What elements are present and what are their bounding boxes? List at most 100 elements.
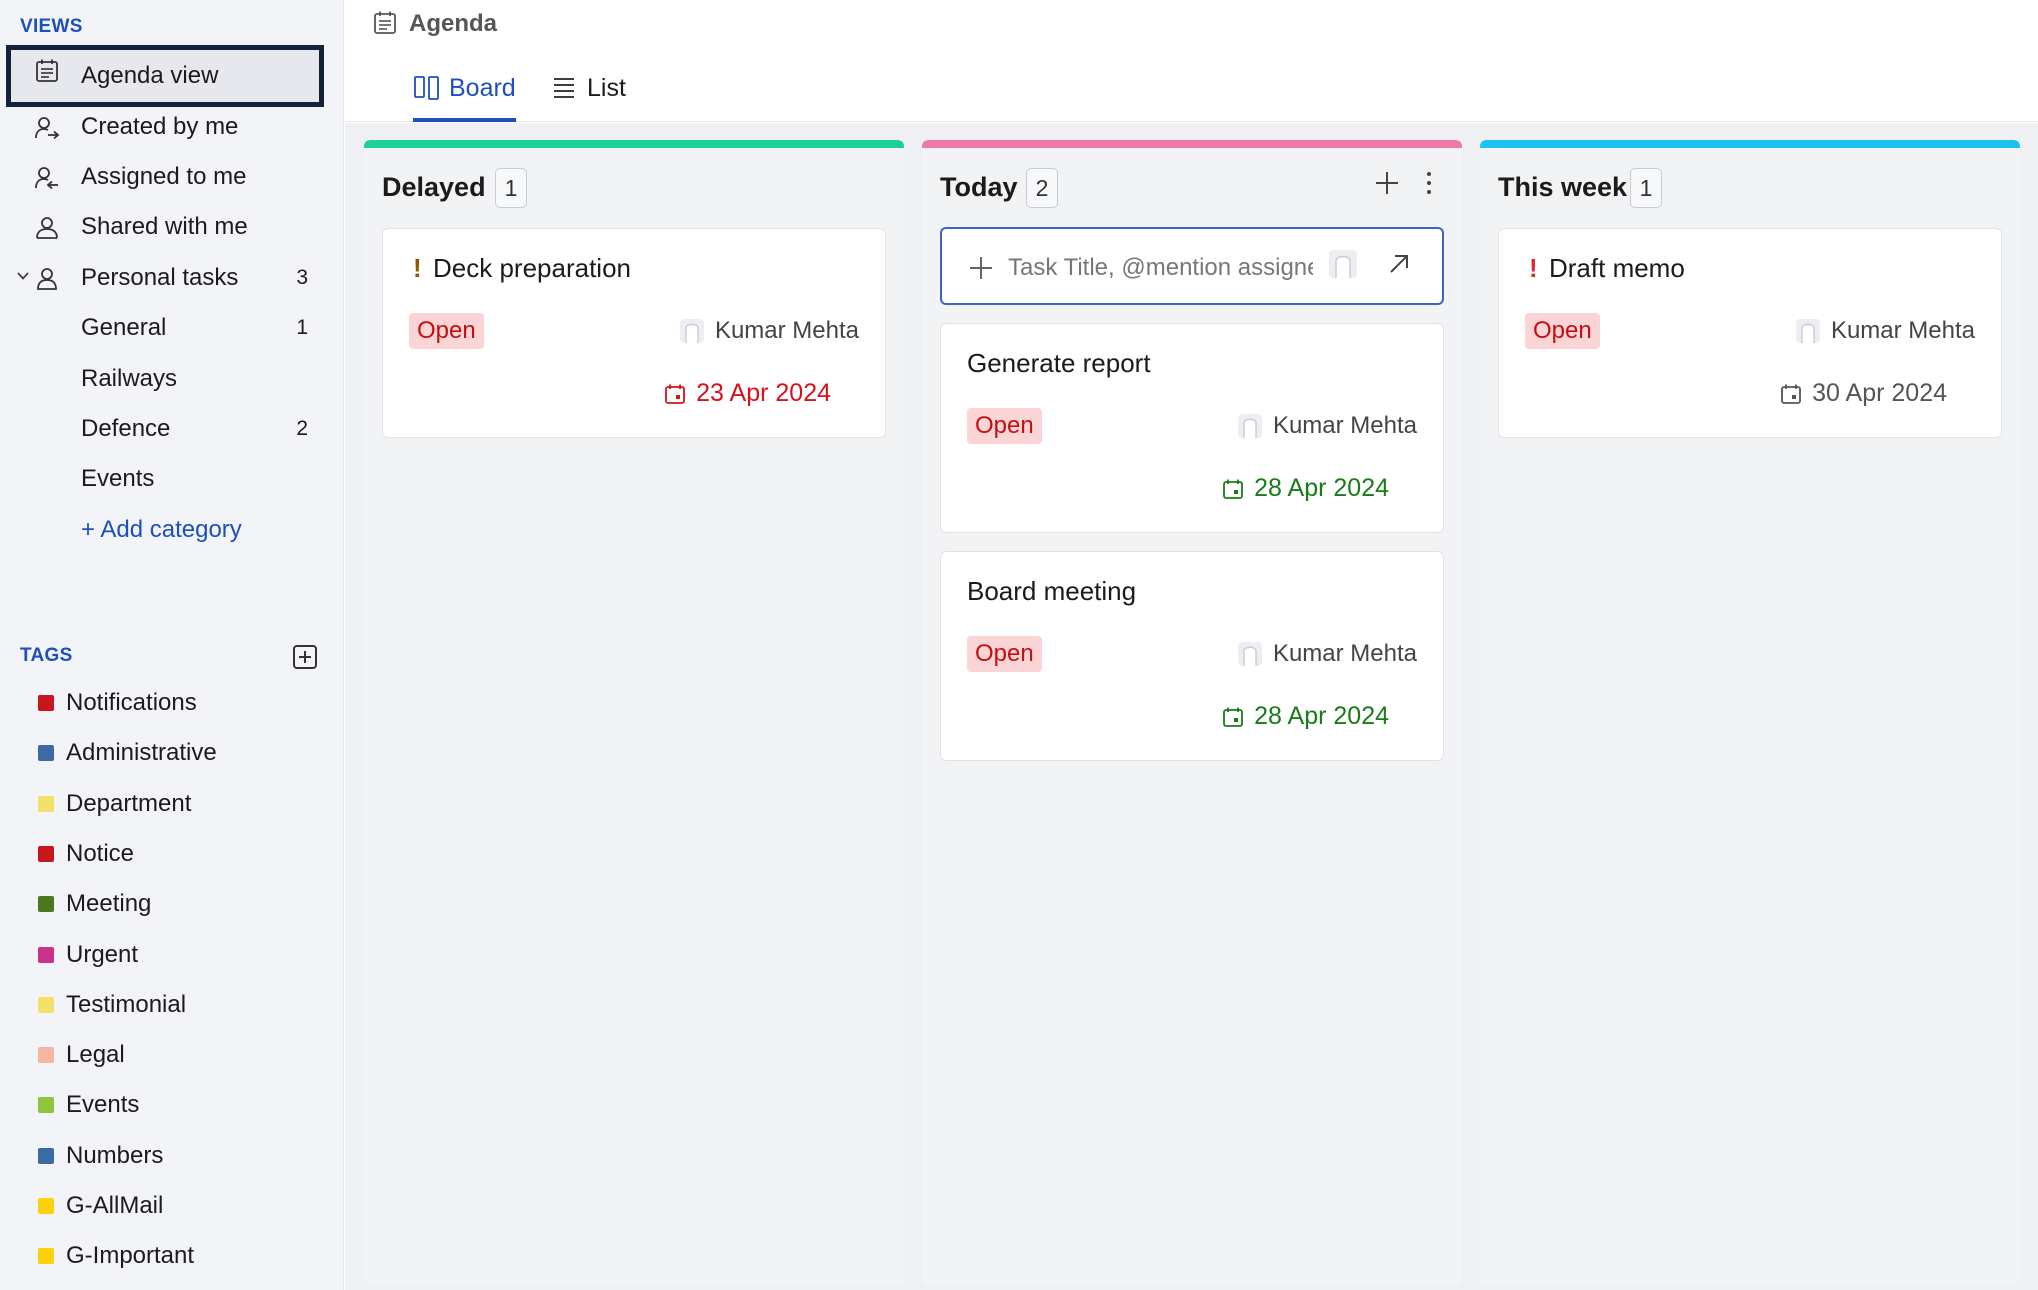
due-date[interactable]: 28 Apr 2024 (1222, 702, 1389, 731)
tag-item[interactable]: Events (38, 1090, 139, 1120)
status-badge[interactable]: Open (967, 636, 1042, 672)
tag-label: Urgent (66, 940, 139, 968)
add-task-icon[interactable] (1374, 170, 1400, 196)
category-count: 2 (296, 417, 308, 440)
tags-section-title: TAGS (20, 645, 73, 666)
sidebar-item-category-events[interactable]: Events (6, 454, 324, 504)
user-arrow-in-icon (35, 167, 58, 190)
assignee[interactable]: Kumar Mehta (1237, 640, 1417, 668)
status-badge[interactable]: Open (967, 408, 1042, 444)
page-header: Agenda Board List (345, 0, 2038, 122)
task-title[interactable]: Generate report (967, 348, 1151, 379)
plus-icon (970, 257, 992, 279)
category-label: Railways (81, 365, 178, 392)
category-label: General (81, 314, 167, 341)
tag-label: Testimonial (66, 990, 187, 1018)
tag-label: Numbers (66, 1141, 164, 1169)
assignee-avatar-icon (1237, 414, 1262, 438)
task-title[interactable]: Deck preparation (433, 253, 631, 284)
user-shared-icon (36, 217, 58, 239)
calendar-icon (665, 384, 686, 404)
more-options-icon[interactable] (1426, 172, 1432, 196)
tag-item[interactable]: G-AllMail (38, 1191, 163, 1221)
category-label: Events (81, 465, 155, 492)
tag-item[interactable]: Testimonial (38, 990, 186, 1020)
sidebar-item-assigned-to-me[interactable]: Assigned to me (6, 152, 324, 202)
due-date-text: 30 Apr 2024 (1812, 379, 1947, 407)
sidebar-item-personal-tasks[interactable]: Personal tasks 3 (6, 253, 324, 303)
assignee-name: Kumar Mehta (1830, 317, 1975, 344)
column-this-week: This week 1 ! Draft memo Open Kumar Mehta 30… (1480, 140, 2020, 1285)
assignee-avatar-icon (1795, 319, 1820, 343)
task-card[interactable]: ! Draft memo Open Kumar Mehta 30 Apr 2024 (1498, 228, 2002, 438)
task-title[interactable]: Board meeting (967, 576, 1136, 607)
tag-color-swatch (38, 1097, 54, 1114)
tab-label: List (587, 74, 626, 102)
task-title[interactable]: Draft memo (1549, 253, 1685, 284)
list-icon (554, 78, 574, 98)
column-count-badge: 1 (495, 168, 527, 208)
task-card[interactable]: Board meeting Open Kumar Mehta 28 Apr 2024 (940, 551, 1444, 761)
add-tag-icon[interactable] (293, 645, 317, 669)
calendar-icon (1223, 707, 1244, 727)
task-card[interactable]: ! Deck preparation Open Kumar Mehta 23 Apr 2… (382, 228, 886, 438)
tag-color-swatch (38, 695, 54, 711)
category-label: Defence (81, 415, 171, 442)
status-badge[interactable]: Open (1525, 313, 1600, 349)
user-arrow-out-icon (35, 117, 60, 140)
tag-item[interactable]: Department (38, 789, 191, 819)
sidebar-item-label: Shared with me (81, 213, 248, 240)
tag-item[interactable]: Urgent (38, 940, 138, 970)
due-date[interactable]: 28 Apr 2024 (1222, 474, 1389, 503)
due-date[interactable]: 30 Apr 2024 (1780, 379, 1947, 408)
sidebar-item-count: 3 (296, 266, 308, 289)
assignee-name: Kumar Mehta (1272, 640, 1417, 667)
tab-list[interactable]: List (551, 74, 626, 122)
tag-color-swatch (38, 845, 54, 862)
sidebar-item-category-general[interactable]: General 1 (6, 303, 324, 353)
quick-add-task (940, 227, 1444, 305)
sidebar-item-agenda-view[interactable]: Agenda view (6, 45, 324, 107)
column-accent-bar (1480, 140, 2020, 148)
column-count-badge: 1 (1630, 168, 1662, 208)
expand-arrow-icon[interactable] (1386, 251, 1412, 277)
status-badge[interactable]: Open (409, 313, 484, 349)
tag-item[interactable]: Meeting (38, 889, 151, 919)
column-today: Today 2 Generate report Open Kumar Mehta 28… (922, 140, 1462, 1285)
priority-indicator: ! (413, 253, 422, 283)
tag-item[interactable]: Legal (38, 1040, 125, 1070)
due-date[interactable]: 23 Apr 2024 (664, 379, 831, 408)
tag-label: Legal (66, 1041, 125, 1069)
tag-item[interactable]: Numbers (38, 1141, 163, 1171)
due-date-text: 28 Apr 2024 (1254, 702, 1389, 730)
assignee[interactable]: Kumar Mehta (1237, 412, 1417, 440)
task-title-input[interactable] (1008, 251, 1313, 285)
assignee-avatar-icon[interactable] (1328, 249, 1358, 279)
assignee[interactable]: Kumar Mehta (1795, 317, 1975, 345)
add-category-link[interactable]: + Add category (81, 516, 242, 544)
chevron-down-icon[interactable] (16, 269, 30, 283)
tab-board[interactable]: Board (413, 74, 516, 122)
sidebar-item-shared-with-me[interactable]: Shared with me (6, 202, 324, 252)
category-count: 1 (296, 316, 308, 339)
tag-color-swatch (38, 1248, 54, 1265)
due-date-text: 23 Apr 2024 (696, 379, 831, 407)
assignee-name: Kumar Mehta (1272, 412, 1417, 439)
tag-item[interactable]: Administrative (38, 738, 217, 768)
task-card[interactable]: Generate report Open Kumar Mehta 28 Apr 202… (940, 323, 1444, 533)
tag-color-swatch (38, 896, 54, 913)
column-title: This week (1498, 172, 1628, 202)
sidebar-item-category-railways[interactable]: Railways (6, 354, 324, 404)
tag-color-swatch (38, 1047, 54, 1064)
sidebar-item-category-defence[interactable]: Defence 2 (6, 404, 324, 454)
board-icon (414, 76, 439, 100)
tag-color-swatch (38, 745, 54, 762)
tag-label: Notice (66, 839, 135, 867)
tag-item[interactable]: Notifications (38, 688, 197, 718)
tag-item[interactable]: Notice (38, 839, 134, 869)
sidebar-item-created-by-me[interactable]: Created by me (6, 102, 324, 152)
assignee[interactable]: Kumar Mehta (679, 317, 859, 345)
tag-color-swatch (38, 996, 54, 1013)
tag-item[interactable]: G-Important (38, 1241, 194, 1271)
user-icon (37, 268, 57, 290)
